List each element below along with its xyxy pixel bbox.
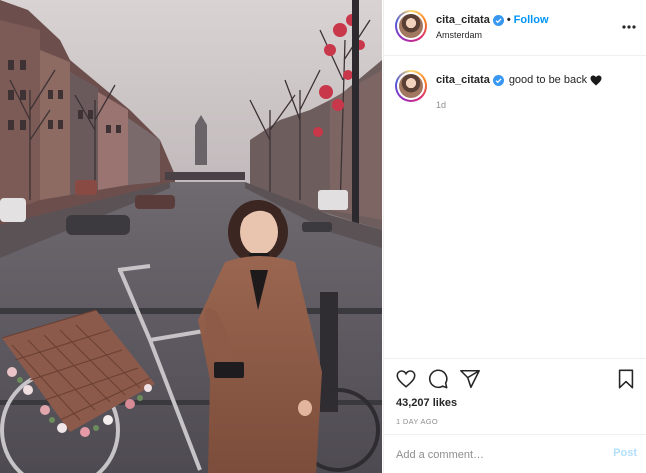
username-link[interactable]: cita_citata	[436, 14, 490, 26]
caption-area: cita_citata good to be back 1d	[384, 56, 646, 358]
follow-button[interactable]: Follow	[514, 14, 549, 26]
black-heart-icon	[590, 75, 602, 85]
post-timestamp[interactable]: 1 DAY AGO	[396, 417, 438, 426]
caption-avatar[interactable]	[395, 70, 427, 102]
verified-badge-icon	[492, 14, 504, 26]
likes-count[interactable]: 43,207 likes	[396, 397, 457, 409]
comment-input[interactable]	[396, 445, 601, 465]
action-bar: 43,207 likes 1 DAY AGO	[384, 358, 646, 434]
header-user-line: cita_citata • Follow	[436, 12, 549, 28]
verified-badge-icon	[492, 74, 504, 86]
post-comment-button[interactable]: Post	[613, 447, 637, 459]
caption-line: cita_citata good to be back	[436, 74, 602, 86]
bookmark-icon[interactable]	[615, 368, 637, 390]
separator-dot: •	[506, 14, 511, 26]
avatar[interactable]	[395, 10, 427, 42]
comment-icon[interactable]	[427, 368, 449, 390]
post-photo[interactable]	[0, 0, 382, 473]
post-side-panel: cita_citata • Follow Amsterdam cita_cita…	[383, 0, 646, 473]
location-link[interactable]: Amsterdam	[436, 30, 482, 40]
heart-icon[interactable]	[395, 368, 417, 390]
share-icon[interactable]	[459, 368, 481, 390]
caption-text: good to be back	[508, 74, 588, 86]
amsterdam-canal-photo	[0, 0, 382, 473]
caption-timestamp[interactable]: 1d	[436, 100, 446, 110]
more-options-icon[interactable]	[621, 19, 637, 35]
comment-bar: Post	[384, 434, 646, 473]
post-header: cita_citata • Follow Amsterdam	[384, 0, 646, 56]
caption-username-link[interactable]: cita_citata	[436, 74, 490, 86]
